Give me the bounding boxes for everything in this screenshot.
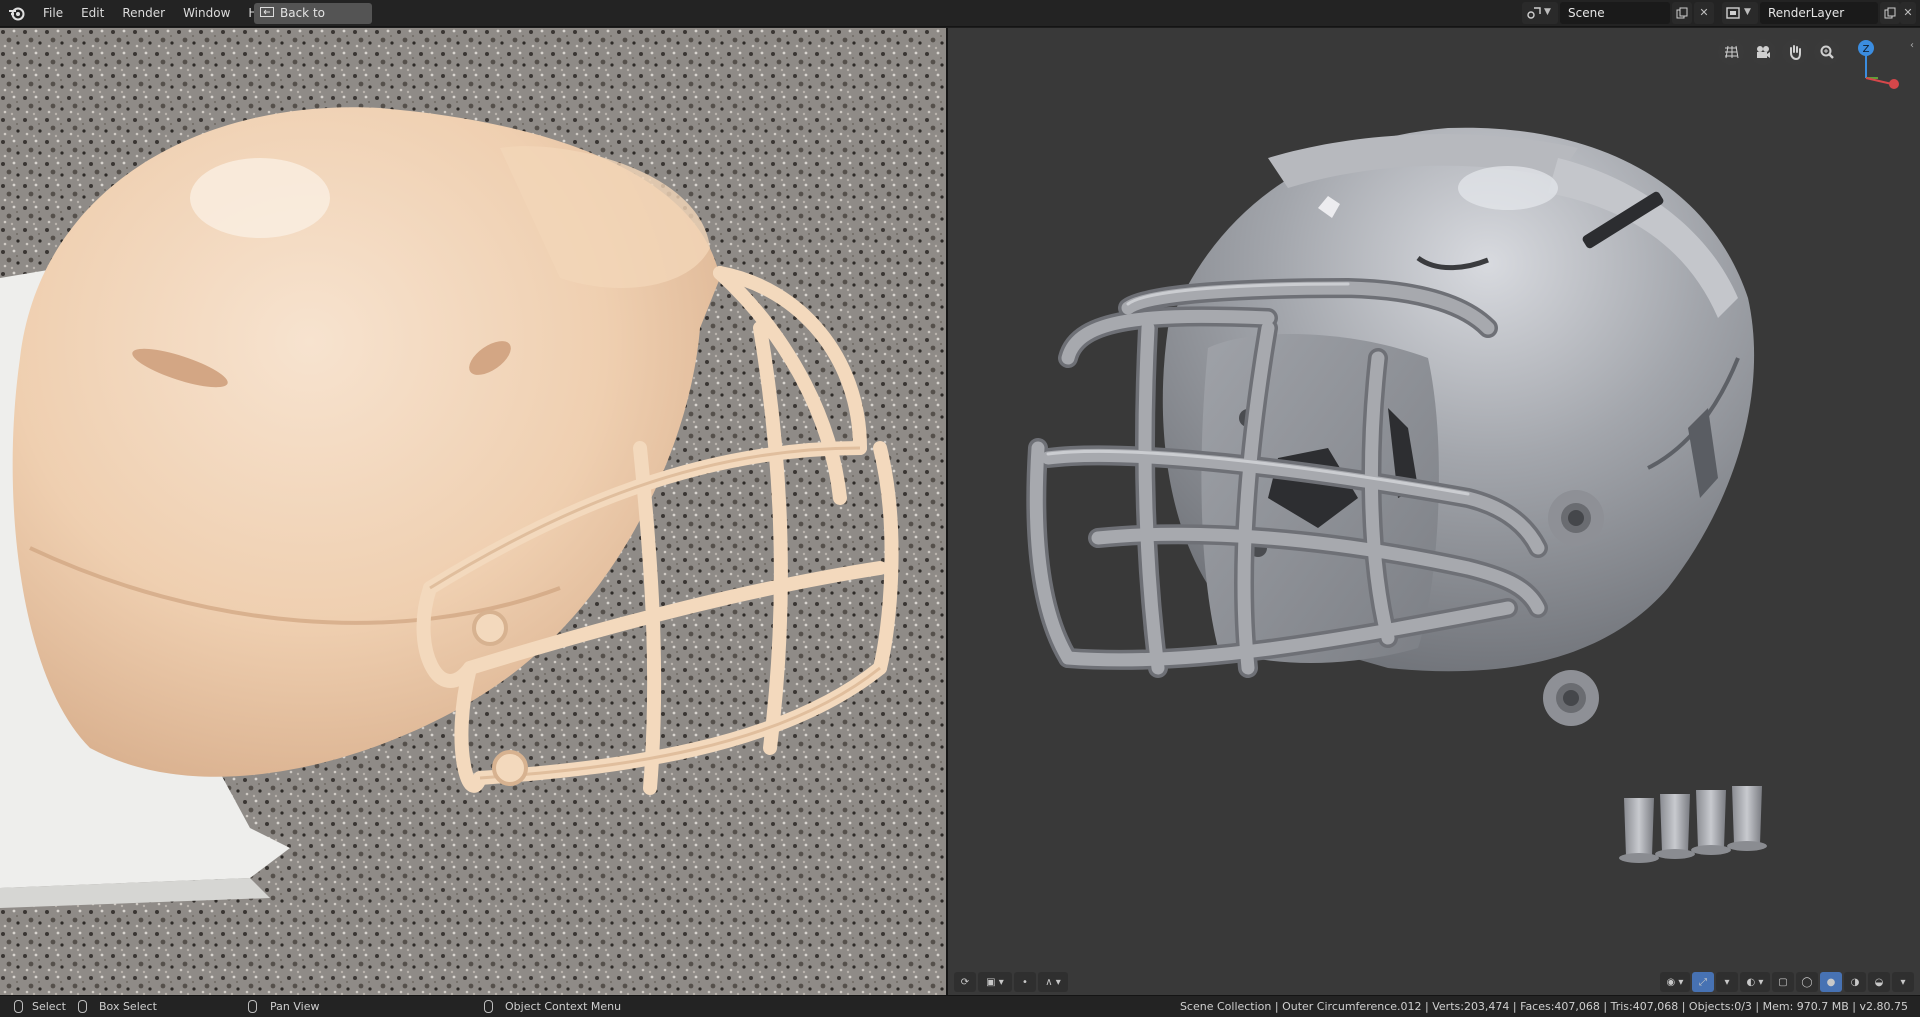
pivot-icon: ⟳ bbox=[960, 976, 970, 988]
toggle-perspective-button[interactable] bbox=[1718, 39, 1744, 65]
rendered-sphere-icon: ◒ bbox=[1874, 976, 1884, 988]
sidebar-collapse-icon[interactable]: ‹ bbox=[1910, 40, 1920, 54]
xray-icon: ▢ bbox=[1778, 976, 1788, 988]
duplicate-icon bbox=[1676, 7, 1688, 19]
status-pan-view: Pan View bbox=[270, 1000, 320, 1013]
navigation-gizmo[interactable]: Z bbox=[1852, 34, 1908, 94]
camera-view-button[interactable] bbox=[1750, 39, 1776, 65]
duplicate-icon bbox=[1884, 7, 1896, 19]
snap-toggle-button[interactable]: • bbox=[1014, 972, 1036, 992]
chevron-down-icon: ▾ bbox=[1724, 976, 1730, 988]
camera-icon bbox=[1757, 46, 1770, 58]
render-layer-selector: ▼ RenderLayer ✕ bbox=[1722, 2, 1916, 24]
status-select: Select bbox=[32, 1000, 66, 1013]
visibility-dropdown[interactable]: ◉ ▾ bbox=[1660, 972, 1690, 992]
gizmo-icon: ⤢ bbox=[1699, 976, 1707, 988]
solid-sphere-icon: ● bbox=[1826, 976, 1836, 988]
scene-icon bbox=[1527, 7, 1541, 19]
viewport-header: ⟳ ▣ ▾ • ∧ ▾ ◉ ▾ ⤢ ▾ ◐ ▾ ▢ ◯ ● ◑ ◒ ▾ bbox=[948, 969, 1920, 995]
render-layer-name-field[interactable]: RenderLayer bbox=[1760, 2, 1878, 24]
status-box-select: Box Select bbox=[99, 1000, 157, 1013]
gizmo-dropdown[interactable]: ▾ bbox=[1716, 972, 1738, 992]
menu-edit[interactable]: Edit bbox=[72, 0, 113, 27]
xray-toggle-button[interactable]: ▢ bbox=[1772, 972, 1794, 992]
hand-icon bbox=[1790, 45, 1801, 60]
cube-icon: ▣ ▾ bbox=[986, 976, 1004, 988]
new-render-layer-button[interactable] bbox=[1880, 2, 1900, 24]
shading-wireframe-button[interactable]: ◯ bbox=[1796, 972, 1818, 992]
3d-viewport[interactable]: Z ‹ ⟳ ▣ ▾ • ∧ ▾ ◉ ▾ ⤢ ▾ ◐ ▾ ▢ ◯ ● ◑ ◒ ▾ bbox=[948, 28, 1920, 995]
helmet-3d-model bbox=[1026, 127, 1767, 863]
new-scene-button[interactable] bbox=[1672, 2, 1692, 24]
grid-icon bbox=[1725, 45, 1739, 59]
snap-icon: • bbox=[1022, 976, 1028, 988]
scene-selector: ▼ Scene ✕ bbox=[1522, 2, 1714, 24]
status-bar: Select Box Select Pan View Object Contex… bbox=[0, 995, 1920, 1017]
screen-back-icon bbox=[260, 7, 274, 17]
delete-render-layer-button[interactable]: ✕ bbox=[1900, 2, 1916, 24]
render-layer-icon bbox=[1726, 7, 1740, 19]
scene-name-field[interactable]: Scene bbox=[1560, 2, 1670, 24]
shading-rendered-button[interactable]: ◒ bbox=[1868, 972, 1890, 992]
menu-window[interactable]: Window bbox=[174, 0, 239, 27]
magnifier-icon bbox=[1820, 45, 1834, 59]
top-bar: File Edit Render Window Help Back to Pre… bbox=[0, 0, 1920, 41]
transform-orientation-dropdown[interactable]: ▣ ▾ bbox=[978, 972, 1012, 992]
chevron-down-icon: ▾ bbox=[1900, 976, 1906, 988]
main-menu: File Edit Render Window Help bbox=[34, 0, 285, 27]
chevron-down-icon: ▼ bbox=[1744, 7, 1751, 17]
material-sphere-icon: ◑ bbox=[1850, 976, 1860, 988]
reference-photo-panel[interactable] bbox=[0, 28, 946, 995]
falloff-icon: ∧ ▾ bbox=[1045, 976, 1061, 988]
gizmo-z-label: Z bbox=[1863, 44, 1870, 55]
chevron-down-icon: ▼ bbox=[1544, 7, 1551, 17]
menu-render[interactable]: Render bbox=[113, 0, 174, 27]
viewport-navigation bbox=[1718, 39, 1840, 65]
shading-dropdown[interactable]: ▾ bbox=[1892, 972, 1914, 992]
status-object-context-menu: Object Context Menu bbox=[505, 1000, 622, 1013]
delete-scene-button[interactable]: ✕ bbox=[1694, 2, 1714, 24]
mouse-left-icon bbox=[14, 1000, 23, 1013]
menu-file[interactable]: File bbox=[34, 0, 72, 27]
close-icon: ✕ bbox=[1699, 6, 1709, 19]
back-to-previous-button[interactable]: Back to Previous bbox=[254, 3, 372, 41]
scene-type-dropdown[interactable]: ▼ bbox=[1522, 2, 1558, 24]
transform-pivot-button[interactable]: ⟳ bbox=[954, 972, 976, 992]
render-layer-type-dropdown[interactable]: ▼ bbox=[1722, 2, 1758, 24]
shading-solid-button[interactable]: ● bbox=[1820, 972, 1842, 992]
resin-helmet-photo bbox=[0, 28, 946, 995]
proportional-editing-dropdown[interactable]: ∧ ▾ bbox=[1038, 972, 1068, 992]
scene-statistics: Scene Collection | Outer Circumference.0… bbox=[1179, 1000, 1908, 1013]
overlays-dropdown[interactable]: ◐ ▾ bbox=[1740, 972, 1770, 992]
pan-view-button[interactable] bbox=[1782, 39, 1808, 65]
eye-icon: ◉ ▾ bbox=[1666, 976, 1684, 988]
mouse-drag-icon bbox=[78, 1000, 87, 1013]
gizmo-toggle-button[interactable]: ⤢ bbox=[1692, 972, 1714, 992]
mouse-right-icon bbox=[484, 1000, 493, 1013]
overlays-icon: ◐ ▾ bbox=[1746, 976, 1764, 988]
wireframe-sphere-icon: ◯ bbox=[1801, 976, 1813, 988]
mouse-middle-icon bbox=[248, 1000, 257, 1013]
zoom-view-button[interactable] bbox=[1814, 39, 1840, 65]
close-icon: ✕ bbox=[1903, 6, 1913, 19]
shading-material-button[interactable]: ◑ bbox=[1844, 972, 1866, 992]
blender-logo-icon[interactable] bbox=[8, 5, 26, 21]
